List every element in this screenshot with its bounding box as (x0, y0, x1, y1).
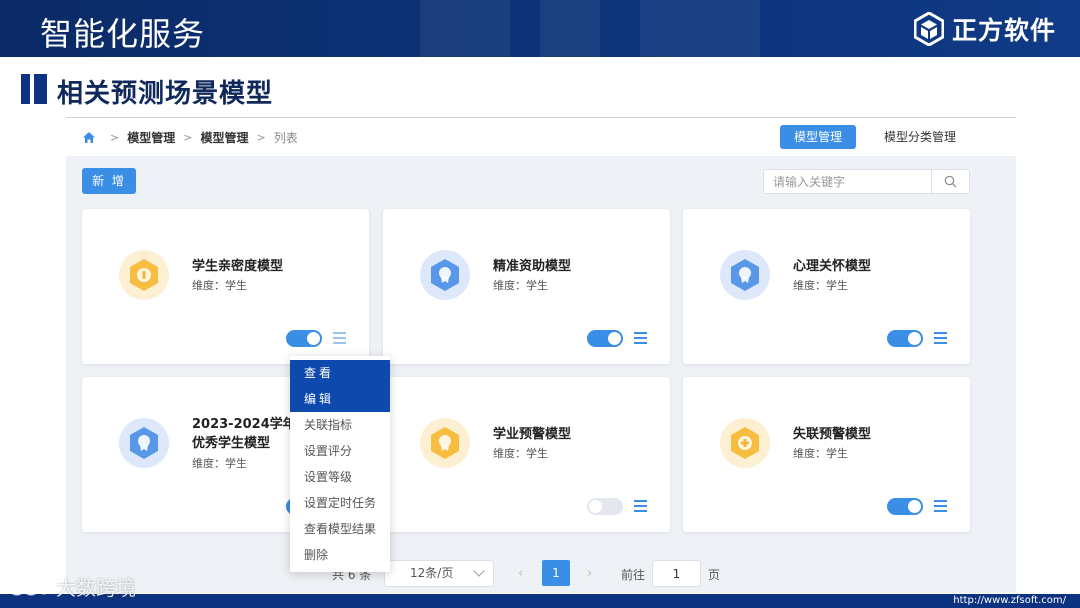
menu-item-set-level[interactable]: 设置等级 (290, 464, 390, 490)
gold-hexagon-badge-icon (420, 418, 470, 468)
card-dimension: 维度：学生 (793, 279, 848, 292)
menu-item-edit[interactable]: 编辑 (290, 386, 390, 412)
footer-bar (0, 594, 1080, 608)
enable-toggle[interactable] (286, 330, 322, 347)
section-title: 相关预测场景模型 (57, 79, 274, 109)
watermark-logo-icon (8, 578, 52, 595)
brand-name: 正方软件 (951, 16, 1056, 45)
enable-toggle[interactable] (587, 498, 623, 515)
watermark-text: 大数跨境 (56, 576, 136, 600)
watermark: 大数跨境 (8, 572, 136, 601)
next-page-button[interactable]: › (587, 566, 592, 581)
search-icon (944, 175, 957, 188)
card-action-menu: 查看 编辑 关联指标 设置评分 设置等级 设置定时任务 查看模型结果 删除 (290, 356, 390, 572)
menu-item-view-results[interactable]: 查看模型结果 (290, 516, 390, 542)
slide: 智能化服务 正方软件 相关预测场景模型 > 模型管理 > 模型管理 > 列表 模… (0, 0, 1080, 608)
app-header: > 模型管理 > 模型管理 > 列表 模型管理 模型分类管理 (66, 118, 1016, 156)
card-title: 优秀学生模型 (192, 436, 271, 451)
model-card[interactable]: 精准资助模型 维度：学生 (383, 209, 670, 364)
card-title: 精准资助模型 (493, 259, 572, 274)
brand: 正方软件 (913, 11, 1056, 47)
card-title: 学业预警模型 (493, 427, 572, 442)
breadcrumb-separator: > (110, 131, 120, 144)
card-dimension: 维度：学生 (493, 447, 548, 460)
menu-item-link-indicators[interactable]: 关联指标 (290, 412, 390, 438)
breadcrumb-item[interactable]: 模型管理 (127, 129, 175, 146)
menu-item-view[interactable]: 查看 (290, 360, 390, 386)
model-card[interactable]: 心理关怀模型 维度：学生 (683, 209, 970, 364)
gold-hexagon-badge-icon (119, 250, 169, 300)
prev-page-button[interactable]: ‹ (518, 566, 523, 581)
card-dimension: 维度：学生 (192, 279, 247, 292)
card-title: 心理关怀模型 (793, 259, 872, 274)
breadcrumb-current: 列表 (273, 131, 298, 145)
enable-toggle[interactable] (587, 330, 623, 347)
menu-icon[interactable] (333, 332, 346, 344)
card-title: 学生亲密度模型 (192, 259, 284, 274)
home-icon[interactable] (82, 131, 96, 145)
top-banner: 智能化服务 正方软件 (0, 0, 1080, 57)
blue-hexagon-badge-icon (119, 418, 169, 468)
card-dimension: 维度：学生 (793, 447, 848, 460)
blue-hexagon-badge-icon (720, 250, 770, 300)
enable-toggle[interactable] (887, 498, 923, 515)
model-card[interactable]: 失联预警模型 维度：学生 (683, 377, 970, 532)
menu-item-delete[interactable]: 删除 (290, 542, 390, 568)
breadcrumb-separator: > (256, 131, 266, 144)
card-title: 失联预警模型 (793, 427, 872, 442)
card-dimension: 维度：学生 (493, 279, 548, 292)
menu-icon[interactable] (934, 500, 947, 512)
section-marker (21, 74, 30, 104)
page-number-current[interactable]: 1 (542, 560, 570, 586)
model-card[interactable]: 学业预警模型 维度：学生 (383, 377, 670, 532)
tab-model-management[interactable]: 模型管理 (780, 125, 856, 149)
add-button[interactable]: 新 增 (82, 168, 136, 194)
card-dimension: 维度：学生 (192, 457, 247, 470)
tab-model-category-management[interactable]: 模型分类管理 (872, 125, 968, 149)
menu-item-schedule-task[interactable]: 设置定时任务 (290, 490, 390, 516)
section-marker (34, 74, 47, 104)
goto-page-input[interactable] (652, 560, 701, 587)
menu-icon[interactable] (934, 332, 947, 344)
search-box (763, 169, 970, 194)
chevron-down-icon (473, 565, 485, 577)
page-size-value: 12条/页 (410, 566, 454, 580)
goto-label: 前往 (621, 568, 646, 582)
footer-url: http://www.zfsoft.com/ (953, 595, 1066, 606)
model-card[interactable]: 学生亲密度模型 维度：学生 (82, 209, 369, 364)
breadcrumb-separator: > (183, 131, 193, 144)
menu-item-set-score[interactable]: 设置评分 (290, 438, 390, 464)
menu-icon[interactable] (634, 332, 647, 344)
brand-logo-icon (913, 12, 944, 46)
enable-toggle[interactable] (887, 330, 923, 347)
breadcrumb-item[interactable]: 模型管理 (200, 129, 248, 146)
slide-title: 智能化服务 (40, 15, 206, 53)
page-unit-label: 页 (708, 568, 721, 582)
search-input[interactable] (764, 170, 931, 193)
blue-hexagon-badge-icon (420, 250, 470, 300)
menu-icon[interactable] (634, 500, 647, 512)
breadcrumb: > 模型管理 > 模型管理 > 列表 (82, 129, 298, 146)
page-size-select[interactable]: 12条/页 (384, 560, 494, 587)
search-button[interactable] (931, 170, 969, 193)
gold-hexagon-badge-icon (720, 418, 770, 468)
